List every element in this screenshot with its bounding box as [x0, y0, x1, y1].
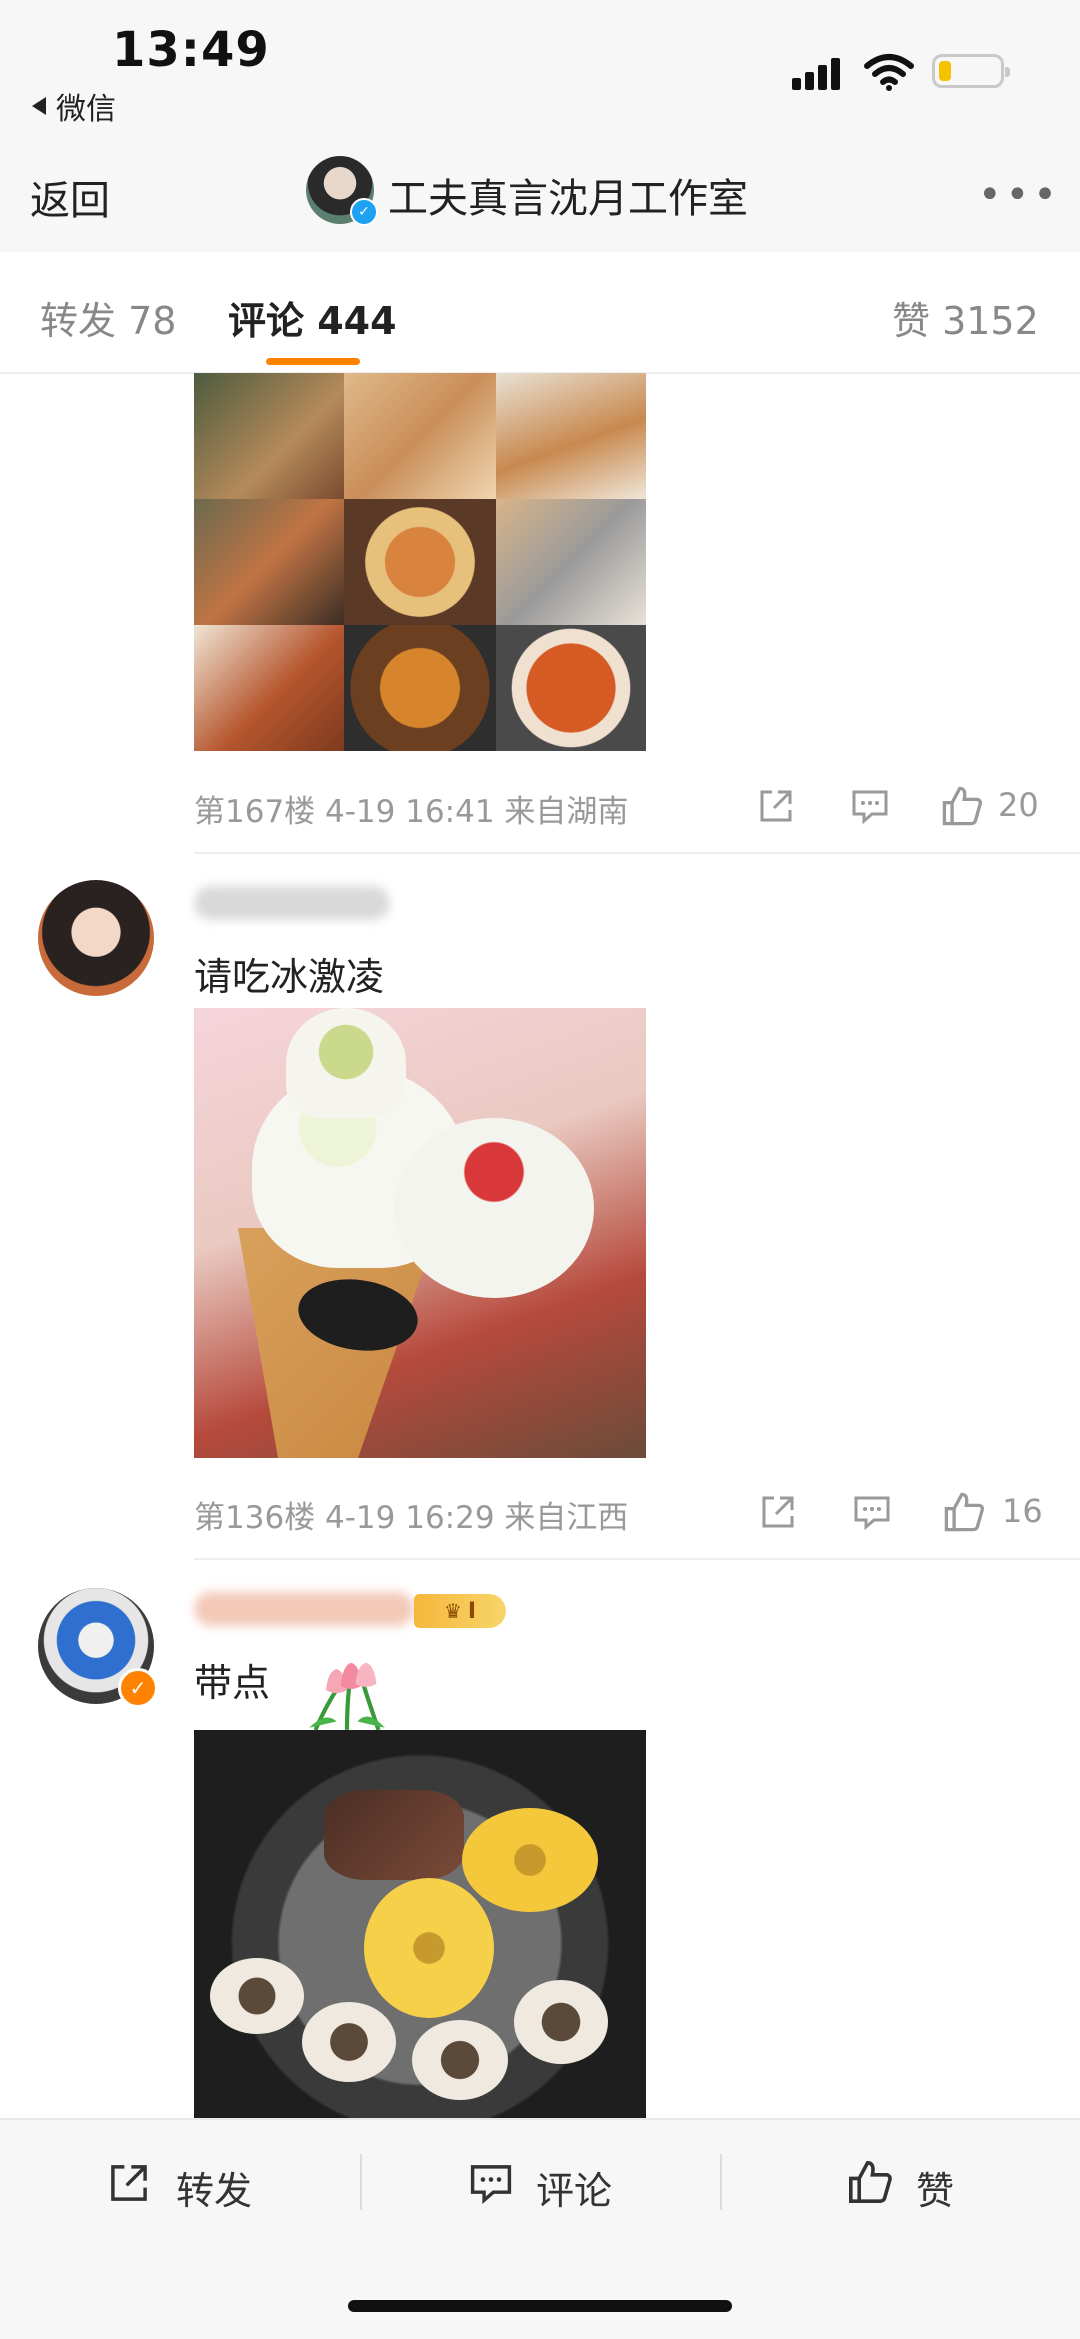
author-avatar[interactable]: ✓ — [306, 156, 378, 226]
share-icon[interactable] — [758, 1492, 798, 1532]
verified-orange-badge-icon: ✓ — [118, 1668, 158, 1708]
comment-meta: 第167楼 4-19 16:41 来自湖南 — [194, 794, 629, 830]
tab-bar: 转发 78 评论 444 赞 3152 — [0, 252, 1080, 374]
bottom-separator — [720, 2154, 722, 2210]
comment-divider — [194, 1558, 1080, 1560]
thumb-up-icon[interactable] — [942, 1490, 986, 1534]
comment-text: 请吃冰激凌 — [194, 955, 385, 999]
wifi-icon — [864, 54, 914, 91]
reply-icon[interactable] — [852, 1492, 892, 1532]
comment-icon[interactable] — [468, 2160, 514, 2206]
back-triangle-icon — [32, 97, 46, 115]
comment-photo-food-grid[interactable] — [194, 373, 646, 751]
signal-icon — [792, 58, 840, 90]
repost-button[interactable]: 转发 — [176, 2160, 252, 2215]
active-tab-indicator — [266, 358, 360, 365]
comment-photo-bbq[interactable] — [194, 1730, 646, 2118]
thumb-up-icon[interactable] — [940, 784, 984, 828]
like-button[interactable]: 赞 — [916, 2160, 954, 2215]
battery-icon — [932, 54, 1010, 88]
back-app-label: 微信 — [56, 92, 116, 127]
tulip-emoji-icon — [309, 1662, 385, 1731]
home-indicator[interactable] — [348, 2300, 732, 2312]
crown-icon: ♛ — [443, 1599, 462, 1623]
fan-level-label: I — [467, 1598, 477, 1624]
comment-photo-ice-cream[interactable] — [194, 1008, 646, 1458]
share-icon[interactable] — [756, 786, 796, 826]
comment-button[interactable]: 评论 — [536, 2160, 612, 2215]
verified-check-icon: ✓ — [350, 198, 378, 226]
more-icon[interactable]: ••• — [978, 172, 1061, 218]
tab-comment[interactable]: 评论 444 — [228, 290, 397, 345]
share-icon[interactable] — [106, 2160, 152, 2206]
tab-repost[interactable]: 转发 78 — [40, 290, 176, 345]
page-title: 工夫真言沈月工作室 — [388, 176, 748, 222]
status-time: 13:49 — [112, 22, 270, 78]
comment-meta: 第136楼 4-19 16:29 来自江西 — [194, 1500, 629, 1536]
comment-divider — [194, 852, 1080, 854]
commenter-name-blurred[interactable] — [194, 1592, 414, 1626]
reply-icon[interactable] — [850, 786, 890, 826]
like-count: 20 — [998, 786, 1039, 824]
comment-text: 带点 — [194, 1661, 271, 1705]
like-count: 16 — [1002, 1492, 1043, 1530]
tab-like[interactable]: 赞 3152 — [892, 290, 1039, 345]
bottom-separator — [360, 2154, 362, 2210]
commenter-name-blurred[interactable] — [194, 886, 390, 920]
nav-back-button[interactable]: 返回 — [30, 168, 110, 226]
commenter-avatar[interactable] — [38, 880, 154, 996]
back-to-app-link[interactable]: 微信 — [32, 84, 116, 128]
fan-level-badge: ♛ I — [414, 1594, 506, 1628]
thumb-up-icon[interactable] — [846, 2158, 894, 2206]
